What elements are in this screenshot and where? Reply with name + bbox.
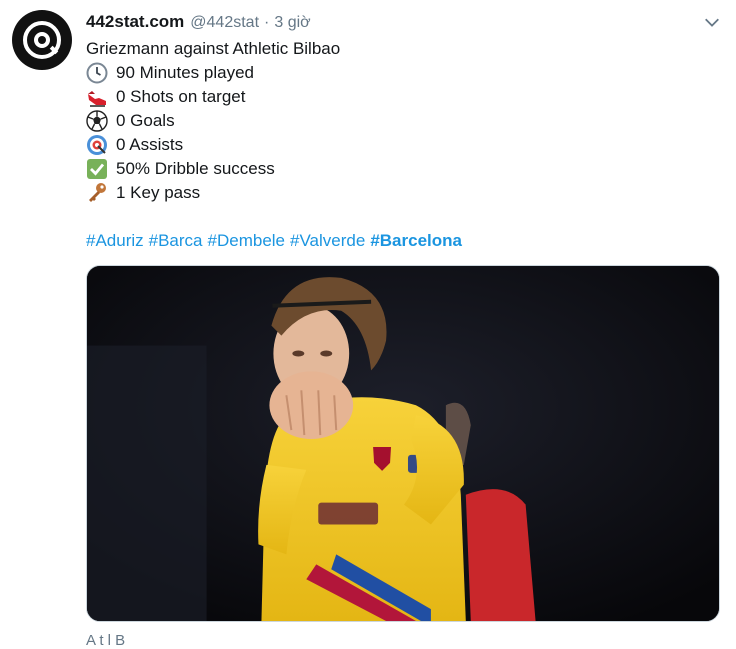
tweet-intro: Griezmann against Athletic Bilbao (86, 39, 341, 58)
logo-icon (23, 21, 61, 59)
account-handle[interactable]: @442stat (190, 14, 259, 32)
stat-text: 0 Goals (116, 111, 175, 130)
stat-line: 90 Minutes played (86, 61, 716, 85)
account-name[interactable]: 442stat.com (86, 12, 184, 32)
tweet-text: Griezmann against Athletic Bilbao 90 Min… (86, 37, 716, 205)
stat-line: 0 Assists (86, 133, 716, 157)
stat-line: 50% Dribble success (86, 157, 716, 181)
hashtag-link[interactable]: #Valverde (290, 231, 365, 250)
stat-line: 0 Goals (86, 109, 716, 133)
hashtag-link[interactable]: #Barca (149, 231, 203, 250)
player-photo (87, 266, 719, 621)
separator: · (264, 14, 270, 31)
check-box-icon (86, 158, 108, 180)
target-icon (86, 134, 108, 156)
stat-text: 90 Minutes played (116, 63, 254, 82)
hashtag-list: #Aduriz #Barca #Dembele #Valverde #Barcelona (86, 229, 467, 253)
more-options-button[interactable] (702, 12, 722, 32)
clock-icon (86, 62, 108, 84)
avatar[interactable] (12, 10, 72, 70)
tweet-photo[interactable] (86, 265, 720, 622)
stat-text: 1 Key pass (116, 183, 201, 202)
chevron-down-icon (705, 18, 719, 27)
stat-text: 50% Dribble success (116, 159, 275, 178)
key-icon (86, 182, 108, 204)
hashtag-link[interactable]: #Aduriz (86, 231, 144, 250)
soccer-ball-icon (86, 110, 108, 132)
stat-text: 0 Assists (116, 135, 184, 154)
hashtag-link[interactable]: #Dembele (208, 231, 286, 250)
stat-line: 0 Shots on target (86, 85, 716, 109)
tweet-header: 442stat.com @442stat · 3 giờ (86, 12, 311, 34)
stat-line: 1 Key pass (86, 181, 716, 205)
hashtag-link[interactable]: #Barcelona (370, 231, 462, 250)
timestamp[interactable]: 3 giờ (274, 14, 310, 32)
next-tweet-preview: A t l B (86, 632, 126, 649)
football-boot-icon (86, 86, 108, 108)
stat-text: 0 Shots on target (116, 87, 246, 106)
